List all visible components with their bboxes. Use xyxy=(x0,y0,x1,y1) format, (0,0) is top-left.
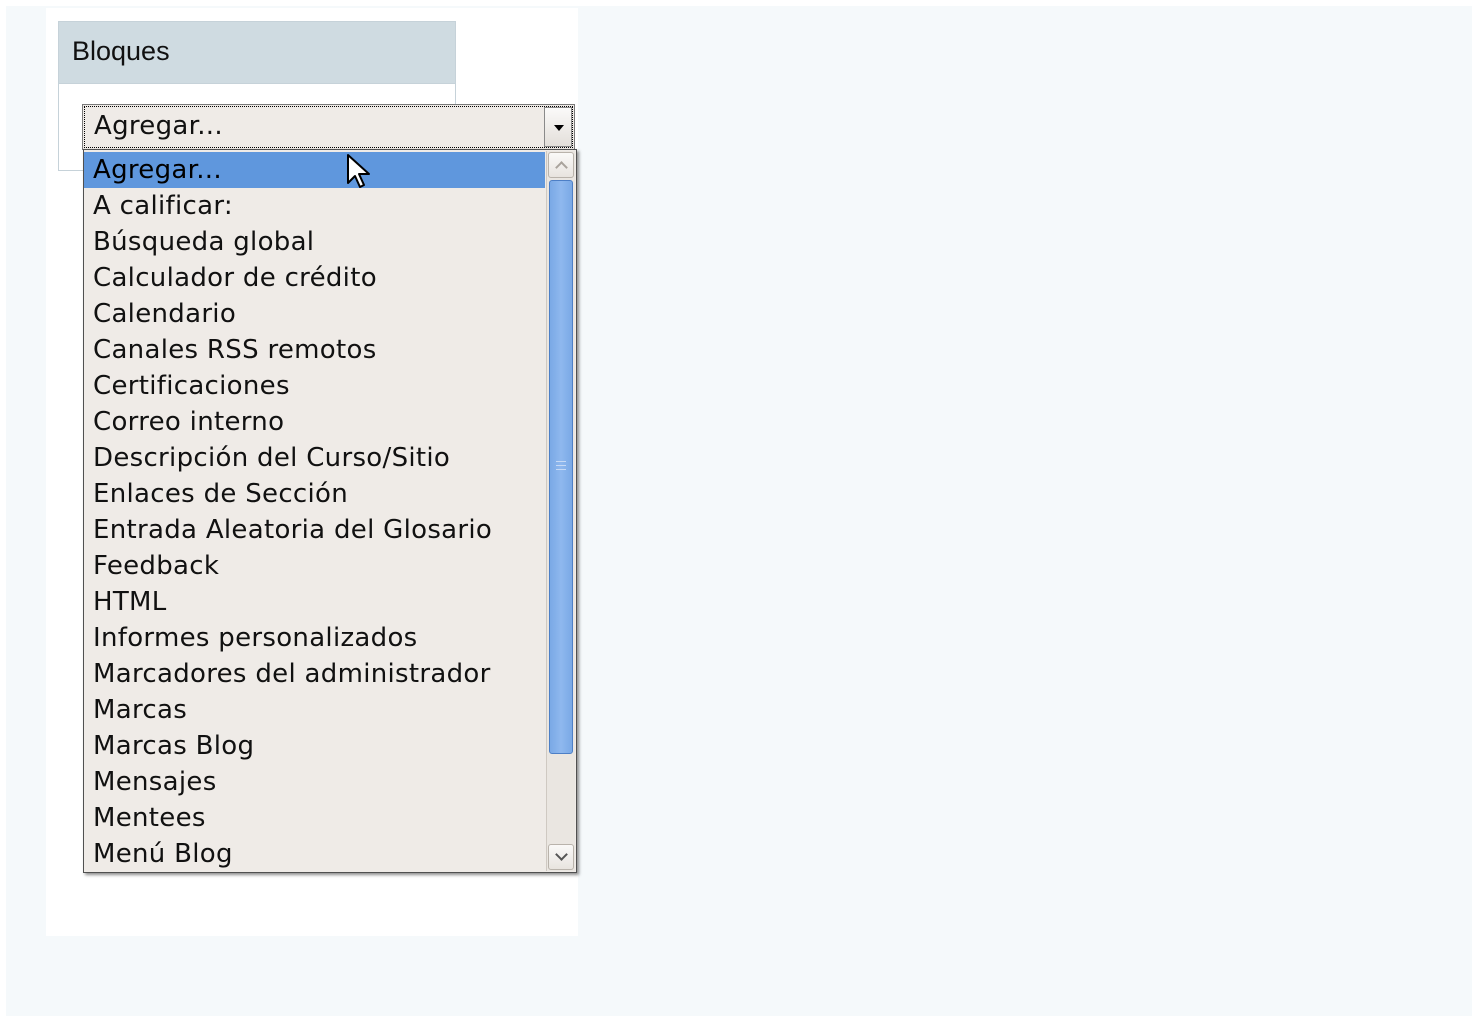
dropdown-option[interactable]: Descripción del Curso/Sitio xyxy=(84,440,545,476)
grip-icon xyxy=(556,461,566,471)
dropdown-option[interactable]: Búsqueda global xyxy=(84,224,545,260)
add-block-dropdown-list[interactable]: Agregar... A calificar: Búsqueda global … xyxy=(83,149,577,873)
dropdown-option[interactable]: Calendario xyxy=(84,296,545,332)
dropdown-scrollbar[interactable] xyxy=(546,151,575,871)
scroll-up-arrow-icon[interactable] xyxy=(548,152,574,178)
dropdown-option[interactable]: Informes personalizados xyxy=(84,620,545,656)
dropdown-option[interactable]: Agregar... xyxy=(84,152,545,188)
scroll-down-arrow-icon[interactable] xyxy=(548,844,574,870)
blocks-panel-header: Bloques xyxy=(59,22,455,84)
add-block-select-value: Agregar... xyxy=(94,111,223,141)
dropdown-option[interactable]: A calificar: xyxy=(84,188,545,224)
dropdown-option[interactable]: Calculador de crédito xyxy=(84,260,545,296)
dropdown-option[interactable]: Correo interno xyxy=(84,404,545,440)
dropdown-option[interactable]: Enlaces de Sección xyxy=(84,476,545,512)
add-block-select[interactable]: Agregar... xyxy=(82,104,575,150)
dropdown-option[interactable]: Menú Blog xyxy=(84,836,545,872)
dropdown-options: Agregar... A calificar: Búsqueda global … xyxy=(84,152,545,872)
dropdown-option[interactable]: Mensajes xyxy=(84,764,545,800)
dropdown-option[interactable]: HTML xyxy=(84,584,545,620)
dropdown-option[interactable]: Marcas xyxy=(84,692,545,728)
dropdown-option[interactable]: Entrada Aleatoria del Glosario xyxy=(84,512,545,548)
scrollbar-thumb[interactable] xyxy=(549,180,573,754)
dropdown-option[interactable]: Certificaciones xyxy=(84,368,545,404)
blocks-panel-title: Bloques xyxy=(72,36,170,66)
dropdown-option[interactable]: Mentees xyxy=(84,800,545,836)
dropdown-option[interactable]: Canales RSS remotos xyxy=(84,332,545,368)
arrow-cursor-icon xyxy=(347,154,370,188)
dropdown-option[interactable]: Marcas Blog xyxy=(84,728,545,764)
chevron-down-icon[interactable] xyxy=(544,107,572,147)
dropdown-option[interactable]: Marcadores del administrador xyxy=(84,656,545,692)
dropdown-option[interactable]: Feedback xyxy=(84,548,545,584)
